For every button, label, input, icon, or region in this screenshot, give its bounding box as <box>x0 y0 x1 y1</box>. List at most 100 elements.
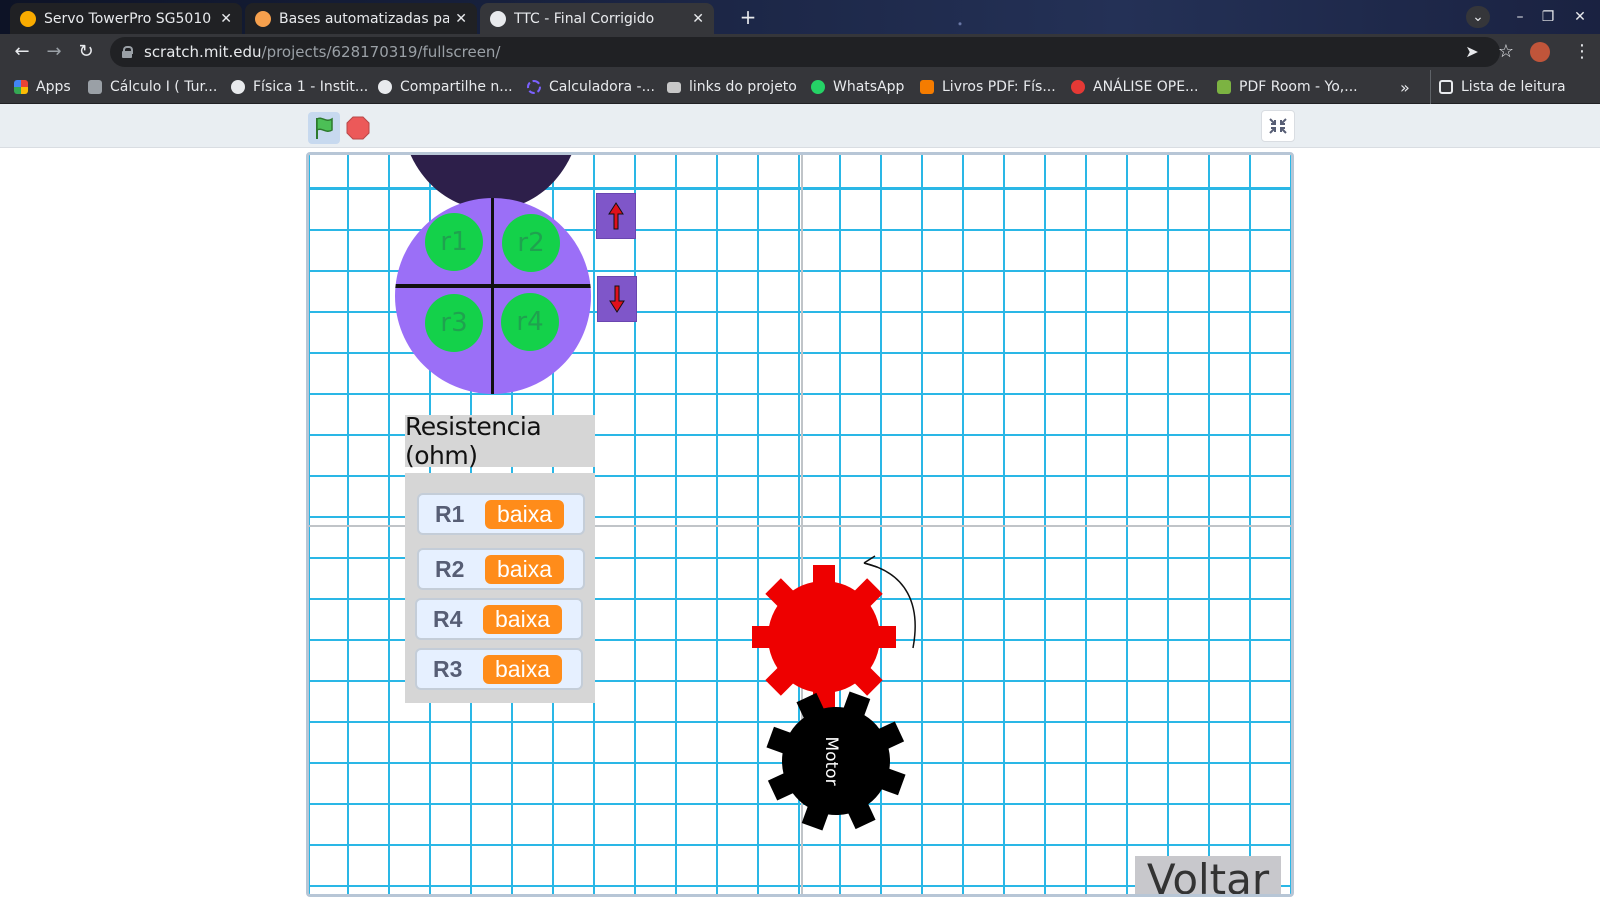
bookmark-label: ANÁLISE OPE... <box>1093 79 1199 95</box>
resistance-title-box: Resistencia (ohm) <box>405 412 595 470</box>
tab-search-icon[interactable]: ⌄ <box>1466 6 1490 28</box>
scratch-icon <box>255 10 271 27</box>
monitor-value: baixa <box>485 499 564 529</box>
gears-sprite[interactable]: Motor <box>739 545 979 835</box>
new-tab-button[interactable]: + <box>736 6 760 30</box>
bookmark-label: Apps <box>36 79 71 95</box>
node-r4[interactable]: r4 <box>501 293 559 351</box>
tab-label: TTC - Final Corrigido <box>514 10 655 27</box>
bookmark-item[interactable]: ANÁLISE OPE... <box>1071 70 1198 104</box>
monitor-value: baixa <box>483 654 562 684</box>
record-icon <box>1071 80 1085 94</box>
globe-icon <box>231 80 245 94</box>
browser-toolbar: ← → ↻ scratch.mit.edu /projects/62817031… <box>0 34 1600 70</box>
tab-label: Bases automatizadas pai <box>279 10 450 27</box>
close-icon[interactable]: ✕ <box>692 11 704 27</box>
forward-icon[interactable]: → <box>42 40 66 64</box>
globe-icon <box>378 80 392 94</box>
monitor-name: R4 <box>433 605 463 632</box>
back-icon[interactable]: ← <box>10 40 34 64</box>
bookmark-item[interactable]: Calculadora -... <box>527 70 655 104</box>
monitor-name: R1 <box>435 500 465 527</box>
lightning-icon <box>20 10 36 27</box>
url-path: /projects/628170319/fullscreen/ <box>261 43 501 61</box>
close-window-icon[interactable]: ✕ <box>1568 6 1592 28</box>
node-r1[interactable]: r1 <box>425 213 483 271</box>
node-label: r1 <box>440 227 468 257</box>
node-label: r3 <box>440 308 468 338</box>
bookmark-label: Física 1 - Instit... <box>253 79 369 95</box>
bookmark-label: links do projeto <box>689 79 797 95</box>
resistance-title: Resistencia (ohm) <box>405 412 542 470</box>
bookmark-label: Compartilhe n... <box>400 79 513 95</box>
variable-monitor-r3[interactable]: R3 baixa <box>415 648 583 690</box>
browser-tab-bar: Servo TowerPro SG5010 - S ✕ Bases automa… <box>0 0 1600 34</box>
bookmark-item[interactable]: Compartilhe n... <box>378 70 513 104</box>
variable-monitor-r1[interactable]: R1 baixa <box>417 493 585 535</box>
loading-icon <box>527 80 541 94</box>
node-label: r2 <box>517 228 545 258</box>
arrow-up-button[interactable] <box>596 193 636 239</box>
browser-tab[interactable]: Servo TowerPro SG5010 - S ✕ <box>10 3 242 34</box>
bookmark-label: Calculadora -... <box>549 79 655 95</box>
shrink-icon <box>1269 118 1287 134</box>
arrow-down-button[interactable] <box>597 276 637 322</box>
node-r2[interactable]: r2 <box>502 214 560 272</box>
browser-tab-active[interactable]: TTC - Final Corrigido ✕ <box>480 3 714 34</box>
bookmark-item[interactable]: Física 1 - Instit... <box>231 70 368 104</box>
lock-icon <box>122 46 133 58</box>
arrow-up-icon <box>608 202 624 230</box>
pdfroom-icon <box>1217 80 1231 94</box>
bookmark-label: Livros PDF: Fís... <box>942 79 1056 95</box>
bookmark-label: PDF Room - Yo,... <box>1239 79 1358 95</box>
browser-tab[interactable]: Bases automatizadas pai ✕ <box>245 3 477 34</box>
green-flag-button[interactable] <box>308 112 340 144</box>
star-icon[interactable]: ☆ <box>1494 40 1518 64</box>
stop-button[interactable] <box>346 116 370 140</box>
voltar-button[interactable]: Voltar <box>1135 854 1281 897</box>
monitor-panel: R1 baixa R2 baixa R4 baixa R3 baixa <box>405 473 595 703</box>
monitor-value: baixa <box>485 554 564 584</box>
motor-label: Motor <box>821 736 841 785</box>
bookmarks-bar: Apps Cálculo I ( Tur... Física 1 - Insti… <box>0 70 1600 104</box>
bookmark-item[interactable]: PDF Room - Yo,... <box>1217 70 1358 104</box>
close-icon[interactable]: ✕ <box>455 11 467 27</box>
more-bookmarks-button[interactable]: » <box>1400 70 1410 104</box>
restore-icon[interactable]: ❐ <box>1536 6 1560 28</box>
bookmark-item[interactable]: Cálculo I ( Tur... <box>88 70 217 104</box>
minimize-icon[interactable]: – <box>1508 6 1532 28</box>
bookmark-folder[interactable]: links do projeto <box>667 70 797 104</box>
bookmark-apps[interactable]: Apps <box>14 70 71 104</box>
project-stage[interactable]: r1 r2 r3 r4 Resistencia (ohm) R1 baixa R… <box>306 152 1294 897</box>
bookmark-item[interactable]: Livros PDF: Fís... <box>920 70 1056 104</box>
reading-list-button[interactable]: Lista de leitura <box>1430 70 1566 104</box>
reload-icon[interactable]: ↻ <box>74 40 98 64</box>
node-label: r4 <box>516 307 544 337</box>
close-icon[interactable]: ✕ <box>220 11 232 27</box>
reading-list-label: Lista de leitura <box>1461 79 1566 95</box>
avatar[interactable] <box>1528 40 1552 64</box>
resistor-board[interactable]: r1 r2 r3 r4 <box>395 198 591 394</box>
variable-monitor-r4[interactable]: R4 baixa <box>415 598 583 640</box>
board-divider <box>491 198 494 394</box>
whatsapp-icon <box>811 80 825 94</box>
node-r3[interactable]: r3 <box>425 294 483 352</box>
blogger-icon <box>920 80 934 94</box>
exit-fullscreen-button[interactable] <box>1261 110 1295 142</box>
address-bar[interactable]: scratch.mit.edu /projects/628170319/full… <box>110 37 1500 67</box>
page-icon <box>88 80 102 94</box>
voltar-label: Voltar <box>1146 854 1270 897</box>
arrow-down-icon <box>609 285 625 313</box>
send-icon[interactable]: ➤ <box>1460 40 1484 64</box>
variable-monitor-r2[interactable]: R2 baixa <box>417 548 585 590</box>
monitor-name: R2 <box>435 555 465 582</box>
monitor-value: baixa <box>483 604 562 634</box>
reading-list-icon <box>1439 80 1453 94</box>
globe-icon <box>490 10 506 27</box>
bookmark-item[interactable]: WhatsApp <box>811 70 904 104</box>
menu-icon[interactable]: ⋮ <box>1570 40 1594 64</box>
player-controls <box>0 104 1600 148</box>
apps-grid-icon <box>14 80 28 94</box>
tab-label: Servo TowerPro SG5010 - S <box>44 10 214 27</box>
url-host: scratch.mit.edu <box>144 43 262 61</box>
